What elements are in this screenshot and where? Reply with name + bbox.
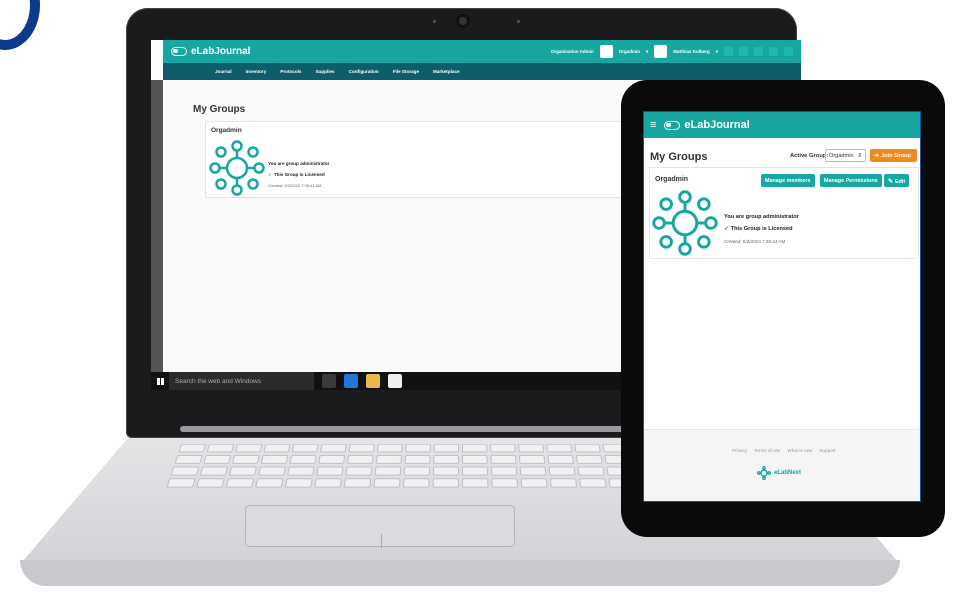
main-nav: Journal Inventory Protocols Supplies Con… — [163, 63, 801, 80]
page-footer: Privacy Terms of use What is new Support… — [644, 429, 920, 501]
footer-links: Privacy Terms of use What is new Support — [732, 448, 835, 453]
footer-link-support[interactable]: Support — [819, 448, 835, 453]
elab-logo-icon — [171, 47, 187, 56]
group-menu[interactable]: Orgadmin — [619, 49, 640, 54]
user-menu[interactable]: Matthias Kolberg — [673, 49, 710, 54]
sign-in-icon: ➜ — [874, 153, 880, 159]
nav-protocols[interactable]: Protocols — [280, 69, 301, 74]
group-title: Orgadmin — [655, 176, 689, 183]
bell-icon[interactable] — [754, 47, 763, 56]
edge-browser-icon[interactable] — [344, 374, 358, 388]
join-group-button[interactable]: ➜ Join Group — [870, 149, 917, 162]
group-network-icon — [652, 190, 718, 256]
admin-status: You are group administrator — [268, 161, 330, 166]
admin-status: You are group administrator — [724, 214, 799, 220]
taskbar-search-input[interactable]: Search the web and Windows — [169, 372, 314, 390]
help-icon[interactable] — [769, 47, 778, 56]
elabnext-logo[interactable]: eLabNext — [757, 466, 801, 480]
power-icon[interactable] — [784, 47, 793, 56]
active-group-select[interactable]: Orgadmin ⇕ — [825, 149, 866, 162]
topbar-right: Organisation Admin Orgadmin ▾ Matthias K… — [551, 45, 793, 58]
nav-journal[interactable]: Journal — [215, 69, 232, 74]
sensor-dot — [517, 20, 520, 23]
active-group-label: Active Group: — [790, 153, 829, 159]
calendar-icon[interactable] — [724, 47, 733, 56]
group-avatar — [599, 45, 613, 58]
tablet-brand[interactable]: eLabJournal — [684, 119, 749, 131]
manage-permissions-button[interactable]: Manage Permissions — [820, 174, 882, 187]
task-view-icon[interactable] — [322, 374, 336, 388]
group-network-icon — [209, 140, 265, 196]
desktop-side-strip — [151, 80, 163, 372]
page-title: My Groups — [193, 104, 246, 115]
page-title: My Groups — [650, 151, 708, 163]
nav-inventory[interactable]: Inventory — [246, 69, 267, 74]
footer-link-privacy[interactable]: Privacy — [732, 448, 747, 453]
created-date: Created: 5/3/2023 7:38:44 AM — [268, 183, 322, 188]
license-status: ✓ This Group is Licensed — [268, 172, 325, 177]
user-avatar — [654, 45, 668, 58]
decorative-arc — [0, 0, 40, 50]
created-date: Created: 5/3/2023 7:38:44 AM — [724, 239, 786, 244]
nav-configuration[interactable]: Configuration — [349, 69, 379, 74]
chevron-down-icon: ▾ — [645, 48, 649, 54]
elab-logo-icon — [664, 120, 681, 130]
nav-supplies[interactable]: Supplies — [315, 69, 334, 74]
nav-marketplace[interactable]: Marketplace — [433, 69, 460, 74]
check-icon: ✓ — [724, 226, 729, 232]
laptop-base-front — [20, 560, 900, 586]
book-icon[interactable] — [739, 47, 748, 56]
manage-members-button[interactable]: Manage members — [761, 174, 815, 187]
tablet-topbar: ≡ eLabJournal — [644, 112, 920, 138]
check-icon: ✓ — [268, 172, 272, 177]
sensor-dot — [433, 20, 436, 23]
footer-link-terms[interactable]: Terms of use — [754, 448, 780, 453]
group-title: Orgadmin — [211, 127, 242, 134]
footer-link-whats-new[interactable]: What is new — [787, 448, 812, 453]
file-explorer-icon[interactable] — [366, 374, 380, 388]
device-mockup-stage: eLabJournal Organisation Admin Orgadmin … — [0, 0, 954, 591]
windows-start-icon[interactable] — [151, 372, 169, 390]
nav-file-storage[interactable]: File Storage — [393, 69, 419, 74]
app-topbar: eLabJournal Organisation Admin Orgadmin … — [163, 40, 801, 63]
edit-button[interactable]: ✎ Edit — [884, 174, 910, 187]
tablet-screen: ≡ eLabJournal My Groups Active Group: Or… — [643, 111, 921, 502]
app-brand[interactable]: eLabJournal — [191, 46, 250, 57]
group-card: Orgadmin Mana You are group administrato… — [205, 121, 656, 198]
elabnext-logo-icon — [757, 466, 771, 480]
store-icon[interactable] — [388, 374, 402, 388]
pencil-icon: ✎ — [888, 178, 894, 185]
webcam-icon — [456, 14, 470, 28]
select-arrows-icon: ⇕ — [857, 153, 862, 159]
hamburger-menu-icon[interactable]: ≡ — [650, 119, 656, 131]
chevron-down-icon: ▾ — [715, 48, 718, 54]
org-admin-link[interactable]: Organisation Admin — [551, 49, 594, 54]
license-status: ✓ This Group is Licensed — [724, 226, 793, 232]
laptop-touchpad — [245, 505, 515, 548]
group-card: Orgadmin Manage members Manage Permissio… — [649, 167, 919, 259]
